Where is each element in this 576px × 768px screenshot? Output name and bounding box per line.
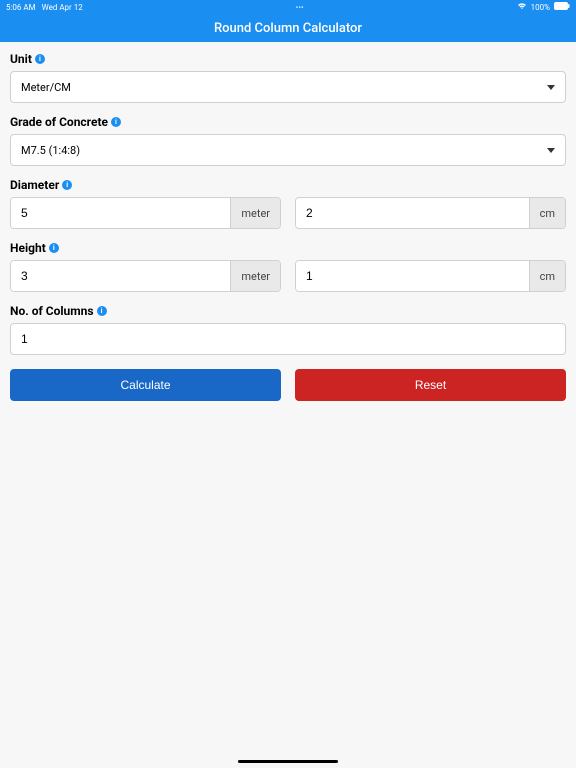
info-icon[interactable]: i xyxy=(62,180,72,190)
height-label: Height i xyxy=(10,241,566,255)
unit-label: Unit i xyxy=(10,52,566,66)
info-icon[interactable]: i xyxy=(49,243,59,253)
grade-select[interactable]: M7.5 (1:4:8) xyxy=(10,134,566,166)
diameter-major-input[interactable] xyxy=(11,198,230,228)
battery-percent: 100% xyxy=(531,3,550,12)
diameter-major-group: meter xyxy=(10,197,281,229)
status-ellipsis: ••• xyxy=(296,3,304,12)
wifi-icon xyxy=(517,2,527,12)
height-minor-group: cm xyxy=(295,260,566,292)
diameter-minor-group: cm xyxy=(295,197,566,229)
columns-input[interactable] xyxy=(10,323,566,355)
unit-suffix-meter: meter xyxy=(230,261,280,291)
unit-select[interactable]: Meter/CM xyxy=(10,71,566,103)
height-major-input[interactable] xyxy=(11,261,230,291)
grade-label-text: Grade of Concrete xyxy=(10,115,108,129)
diameter-label: Diameter i xyxy=(10,178,566,192)
height-label-text: Height xyxy=(10,241,46,255)
unit-suffix-cm: cm xyxy=(529,198,565,228)
battery-icon xyxy=(554,2,570,12)
diameter-label-text: Diameter xyxy=(10,178,59,192)
unit-label-text: Unit xyxy=(10,52,32,66)
calculate-button[interactable]: Calculate xyxy=(10,369,281,401)
height-minor-input[interactable] xyxy=(296,261,529,291)
caret-down-icon xyxy=(547,148,555,153)
page-title: Round Column Calculator xyxy=(214,21,362,36)
grade-label: Grade of Concrete i xyxy=(10,115,566,129)
reset-button[interactable]: Reset xyxy=(295,369,566,401)
info-icon[interactable]: i xyxy=(111,117,121,127)
unit-suffix-meter: meter xyxy=(230,198,280,228)
grade-selected-value: M7.5 (1:4:8) xyxy=(21,144,80,157)
status-time: 5:06 AM xyxy=(6,3,36,12)
height-major-group: meter xyxy=(10,260,281,292)
unit-suffix-cm: cm xyxy=(529,261,565,291)
columns-label-text: No. of Columns xyxy=(10,304,94,318)
status-date: Wed Apr 12 xyxy=(42,3,83,12)
home-indicator[interactable] xyxy=(238,760,338,763)
status-bar: 5:06 AM Wed Apr 12 ••• 100% xyxy=(0,0,576,14)
diameter-minor-input[interactable] xyxy=(296,198,529,228)
caret-down-icon xyxy=(547,85,555,90)
info-icon[interactable]: i xyxy=(97,306,107,316)
unit-selected-value: Meter/CM xyxy=(21,81,71,94)
app-header: Round Column Calculator xyxy=(0,14,576,42)
columns-label: No. of Columns i xyxy=(10,304,566,318)
info-icon[interactable]: i xyxy=(35,54,45,64)
